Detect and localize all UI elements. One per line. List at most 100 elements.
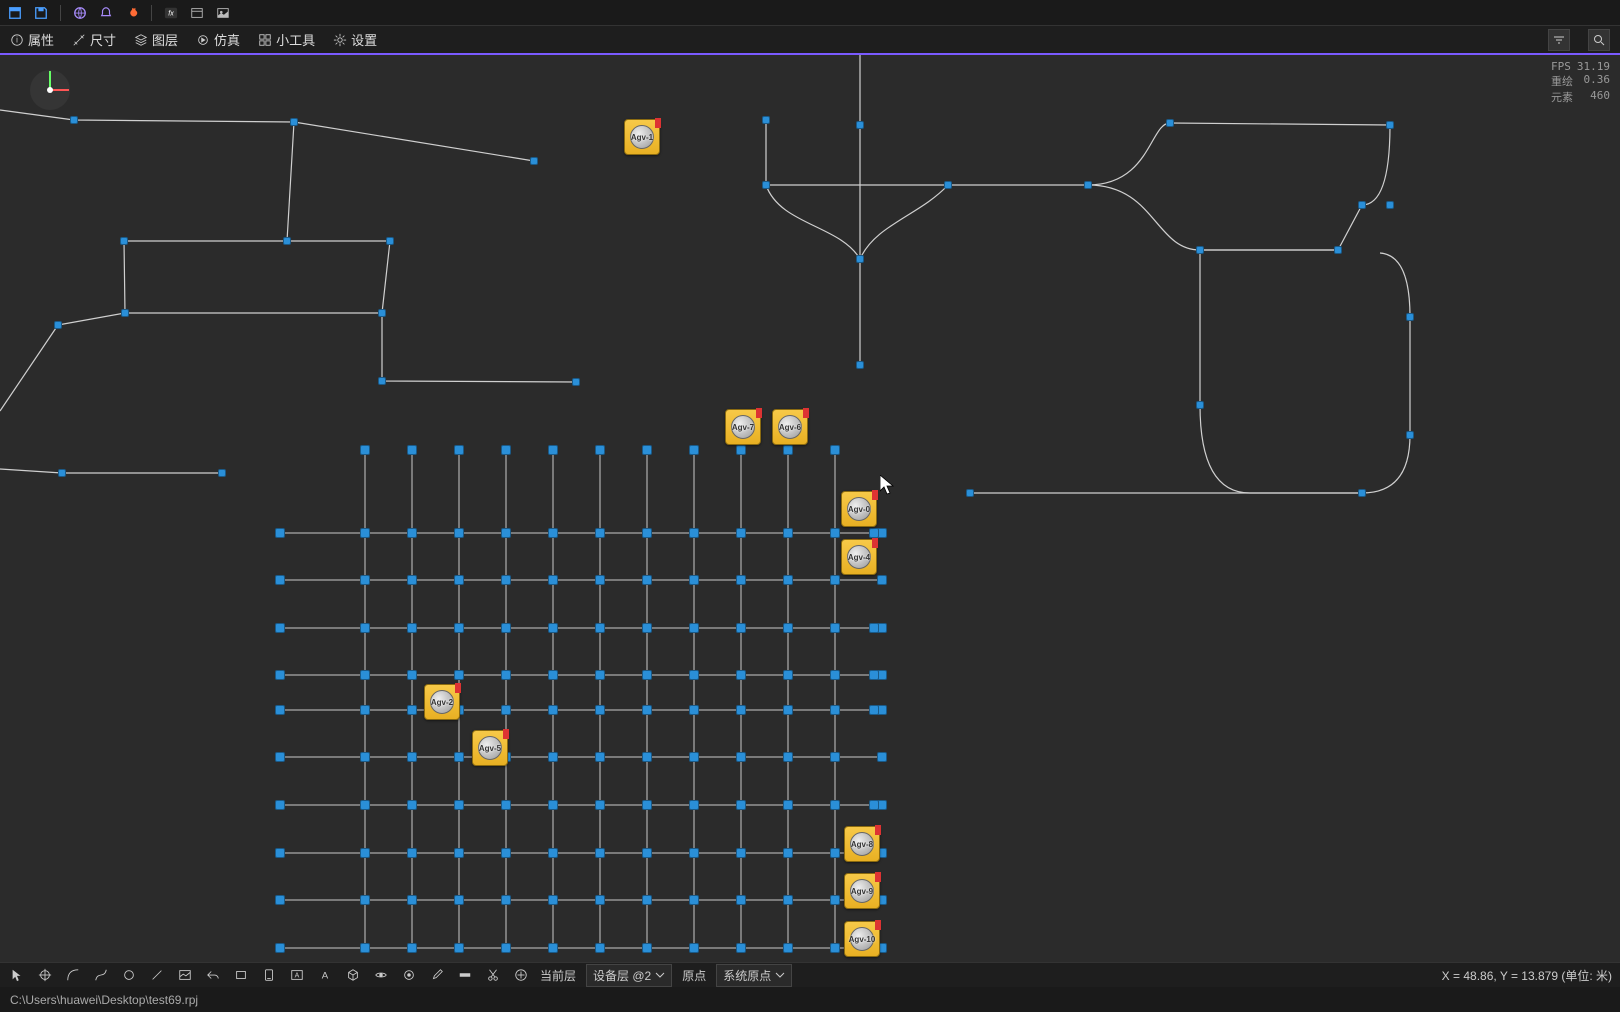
map-node[interactable]: [548, 623, 558, 633]
undo-tool-icon[interactable]: [204, 966, 222, 984]
map-node[interactable]: [501, 800, 511, 810]
map-node[interactable]: [689, 528, 699, 538]
filter-dropdown-icon[interactable]: [1548, 29, 1570, 51]
agv-unit[interactable]: Agv-5: [472, 730, 508, 766]
map-node[interactable]: [877, 575, 887, 585]
map-node[interactable]: [407, 800, 417, 810]
agv-unit[interactable]: Agv-1: [624, 119, 660, 155]
map-node[interactable]: [783, 895, 793, 905]
map-node[interactable]: [501, 705, 511, 715]
map-node[interactable]: [830, 752, 840, 762]
bezier-tool-icon[interactable]: [92, 966, 110, 984]
map-node[interactable]: [642, 848, 652, 858]
map-node[interactable]: [736, 623, 746, 633]
map-node[interactable]: [1084, 181, 1092, 189]
eye2-tool-icon[interactable]: [400, 966, 418, 984]
map-node[interactable]: [595, 943, 605, 953]
map-node[interactable]: [595, 445, 605, 455]
map-node[interactable]: [595, 528, 605, 538]
map-node[interactable]: [275, 705, 285, 715]
map-node[interactable]: [689, 623, 699, 633]
menu-settings[interactable]: 设置: [333, 30, 377, 49]
map-node[interactable]: [783, 445, 793, 455]
map-node[interactable]: [360, 800, 370, 810]
compass-gizmo[interactable]: [25, 65, 75, 115]
map-node[interactable]: [689, 670, 699, 680]
menu-dimensions[interactable]: 尺寸: [72, 30, 116, 49]
map-node[interactable]: [830, 943, 840, 953]
map-node[interactable]: [407, 943, 417, 953]
map-node[interactable]: [736, 705, 746, 715]
map-node[interactable]: [120, 237, 128, 245]
map-node[interactable]: [944, 181, 952, 189]
file-icon[interactable]: [6, 4, 24, 22]
map-node[interactable]: [736, 800, 746, 810]
cut-tool-icon[interactable]: [484, 966, 502, 984]
map-node[interactable]: [275, 670, 285, 680]
map-node[interactable]: [783, 800, 793, 810]
pointer-tool-icon[interactable]: [8, 966, 26, 984]
map-node[interactable]: [595, 623, 605, 633]
font-tool-icon[interactable]: A: [316, 966, 334, 984]
map-node[interactable]: [856, 255, 864, 263]
map-node[interactable]: [689, 800, 699, 810]
map-node[interactable]: [407, 445, 417, 455]
map-node[interactable]: [877, 752, 887, 762]
map-node[interactable]: [360, 575, 370, 585]
map-node[interactable]: [830, 445, 840, 455]
text-tool-icon[interactable]: A: [288, 966, 306, 984]
map-node[interactable]: [830, 575, 840, 585]
map-node[interactable]: [830, 705, 840, 715]
map-node[interactable]: [275, 943, 285, 953]
device-tool-icon[interactable]: [260, 966, 278, 984]
map-node[interactable]: [1406, 431, 1414, 439]
map-node[interactable]: [454, 752, 464, 762]
origin-dropdown[interactable]: 系统原点: [716, 964, 792, 987]
map-node[interactable]: [762, 181, 770, 189]
eye-tool-icon[interactable]: [372, 966, 390, 984]
map-node[interactable]: [783, 943, 793, 953]
map-node[interactable]: [360, 752, 370, 762]
map-node[interactable]: [689, 445, 699, 455]
map-node[interactable]: [1334, 246, 1342, 254]
target-tool-icon[interactable]: [36, 966, 54, 984]
map-node[interactable]: [454, 800, 464, 810]
map-node[interactable]: [548, 895, 558, 905]
fx-icon[interactable]: fx: [162, 4, 180, 22]
map-node[interactable]: [454, 895, 464, 905]
map-node[interactable]: [595, 705, 605, 715]
map-node[interactable]: [275, 528, 285, 538]
map-node[interactable]: [386, 237, 394, 245]
map-node[interactable]: [642, 800, 652, 810]
image-tool-icon[interactable]: [176, 966, 194, 984]
map-node[interactable]: [121, 309, 129, 317]
map-node[interactable]: [736, 752, 746, 762]
map-node[interactable]: [501, 895, 511, 905]
map-node[interactable]: [783, 528, 793, 538]
map-node[interactable]: [360, 623, 370, 633]
map-node[interactable]: [454, 670, 464, 680]
map-node[interactable]: [642, 752, 652, 762]
globe-icon[interactable]: [71, 4, 89, 22]
map-node[interactable]: [642, 895, 652, 905]
map-node[interactable]: [530, 157, 538, 165]
map-node[interactable]: [360, 943, 370, 953]
map-node[interactable]: [58, 469, 66, 477]
map-node[interactable]: [595, 670, 605, 680]
agv-unit[interactable]: Agv-4: [841, 539, 877, 575]
map-node[interactable]: [830, 528, 840, 538]
map-node[interactable]: [689, 943, 699, 953]
map-node[interactable]: [689, 895, 699, 905]
map-node[interactable]: [501, 575, 511, 585]
map-node[interactable]: [290, 118, 298, 126]
map-node[interactable]: [642, 705, 652, 715]
map-node[interactable]: [783, 752, 793, 762]
line-tool-icon[interactable]: [148, 966, 166, 984]
map-node[interactable]: [501, 528, 511, 538]
map-node[interactable]: [275, 752, 285, 762]
map-node[interactable]: [595, 752, 605, 762]
map-node[interactable]: [548, 752, 558, 762]
map-node[interactable]: [407, 752, 417, 762]
map-node[interactable]: [548, 943, 558, 953]
box3d-tool-icon[interactable]: [344, 966, 362, 984]
